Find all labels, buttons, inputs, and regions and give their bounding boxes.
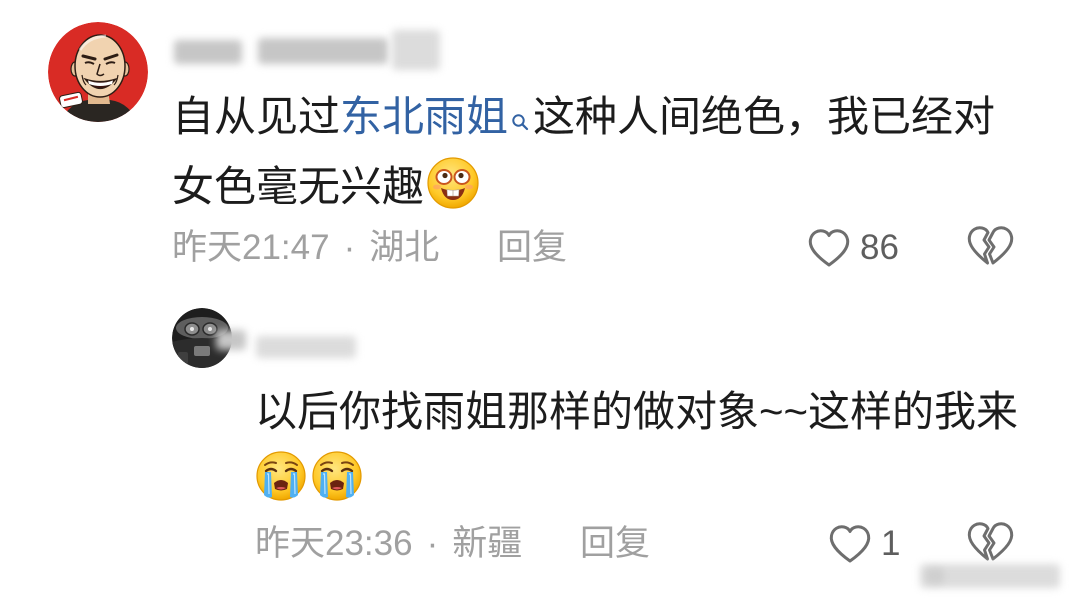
- heart-icon: [806, 227, 852, 269]
- reply-meta: 昨天23:36 · 新疆: [255, 524, 522, 564]
- grinning-teeth-emoji: [426, 156, 480, 210]
- like-button[interactable]: 1: [827, 522, 900, 566]
- loudly-crying-emoji: [311, 450, 363, 502]
- heart-icon: [827, 523, 873, 565]
- topic-link[interactable]: 东北雨姐: [340, 88, 508, 139]
- like-count: 86: [860, 228, 899, 267]
- comment-text-line2: 女色毫无兴趣: [172, 162, 425, 210]
- search-icon[interactable]: [511, 93, 529, 131]
- separator-dot: ·: [343, 228, 356, 267]
- location-label: 新疆: [452, 524, 523, 563]
- comment-text-rest: 这种人间绝色，我已经对: [533, 92, 996, 139]
- like-button[interactable]: 86: [806, 226, 899, 270]
- dislike-button[interactable]: [966, 520, 1016, 566]
- reply-text-line: 以后你找雨姐那样的做对象~~这样的我来: [255, 383, 1019, 434]
- comment-meta: 昨天21:47 · 湖北: [172, 228, 439, 268]
- comment-text-line: 女色毫无兴趣: [172, 155, 480, 211]
- location-label: 湖北: [369, 228, 440, 267]
- timestamp: 昨天21:47: [172, 228, 330, 267]
- comment-text-prefix: 自从见过: [172, 92, 341, 139]
- dislike-button[interactable]: [966, 224, 1016, 270]
- reply-button[interactable]: 回复: [580, 524, 650, 564]
- comment-text-line: 自从见过 东北雨姐 这种人间绝色，我已经对: [172, 88, 996, 139]
- separator-dot: ·: [426, 524, 439, 563]
- loudly-crying-emoji: [255, 450, 307, 502]
- timestamp: 昨天23:36: [255, 524, 413, 563]
- broken-heart-icon: [966, 520, 1016, 566]
- broken-heart-icon: [966, 224, 1016, 270]
- like-count: 1: [881, 524, 901, 563]
- reply-button[interactable]: 回复: [497, 228, 567, 268]
- avatar[interactable]: [48, 22, 148, 122]
- reply-text-line1: 以后你找雨姐那样的做对象~~这样的我来: [255, 387, 1019, 434]
- reply-emoji-row: [255, 450, 363, 502]
